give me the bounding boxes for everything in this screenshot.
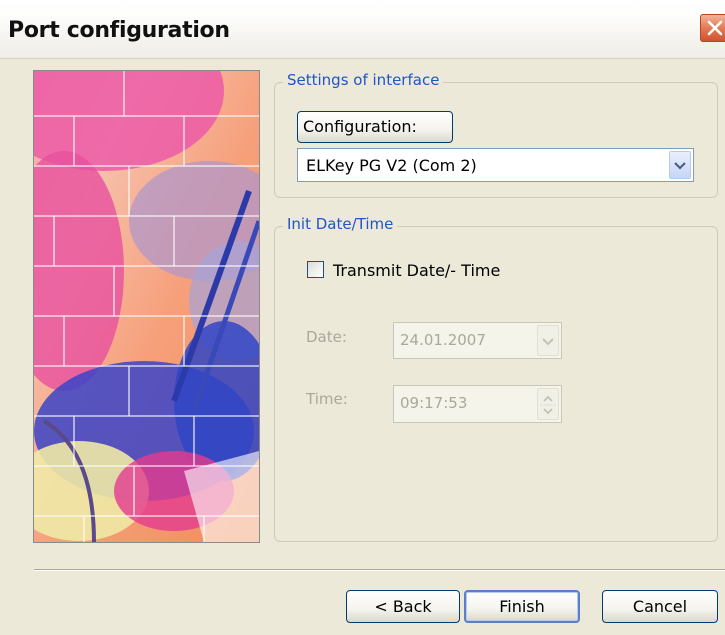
date-label: Date: xyxy=(306,328,347,346)
port-select-dropdown-button[interactable] xyxy=(669,151,691,179)
time-spinner-value: 09:17:53 xyxy=(400,394,468,412)
init-date-time-label: Init Date/Time xyxy=(283,215,398,233)
time-label: Time: xyxy=(306,390,348,408)
finish-button[interactable]: Finish xyxy=(464,590,580,623)
close-icon xyxy=(707,20,723,36)
chevron-down-icon xyxy=(674,162,686,170)
date-picker-value: 24.01.2007 xyxy=(400,331,486,349)
footer-separator xyxy=(34,569,725,571)
transmit-date-time-label: Transmit Date/- Time xyxy=(333,261,501,280)
date-picker-dropdown-button[interactable] xyxy=(537,325,559,356)
transmit-date-time-checkbox[interactable] xyxy=(307,261,324,278)
spin-up-down-icon xyxy=(540,395,556,415)
interface-port-select[interactable]: ELKey PG V2 (Com 2) xyxy=(297,148,694,182)
time-spinner[interactable]: 09:17:53 xyxy=(393,385,562,423)
date-picker[interactable]: 24.01.2007 xyxy=(393,322,562,359)
back-button[interactable]: < Back xyxy=(346,590,460,623)
chevron-down-icon xyxy=(542,338,554,346)
port-configuration-dialog: Port configuration Settings of interface… xyxy=(0,0,725,635)
cancel-button[interactable]: Cancel xyxy=(602,590,718,623)
close-button[interactable] xyxy=(700,14,725,42)
window-title: Port configuration xyxy=(8,18,230,43)
graffiti-brick-image xyxy=(33,70,260,543)
title-bar: Port configuration xyxy=(0,0,725,59)
time-spinner-buttons[interactable] xyxy=(537,388,559,420)
configuration-button[interactable]: Configuration: xyxy=(297,111,453,143)
graffiti-image xyxy=(34,71,259,542)
interface-port-select-value: ELKey PG V2 (Com 2) xyxy=(306,156,477,175)
settings-of-interface-label: Settings of interface xyxy=(283,71,444,89)
